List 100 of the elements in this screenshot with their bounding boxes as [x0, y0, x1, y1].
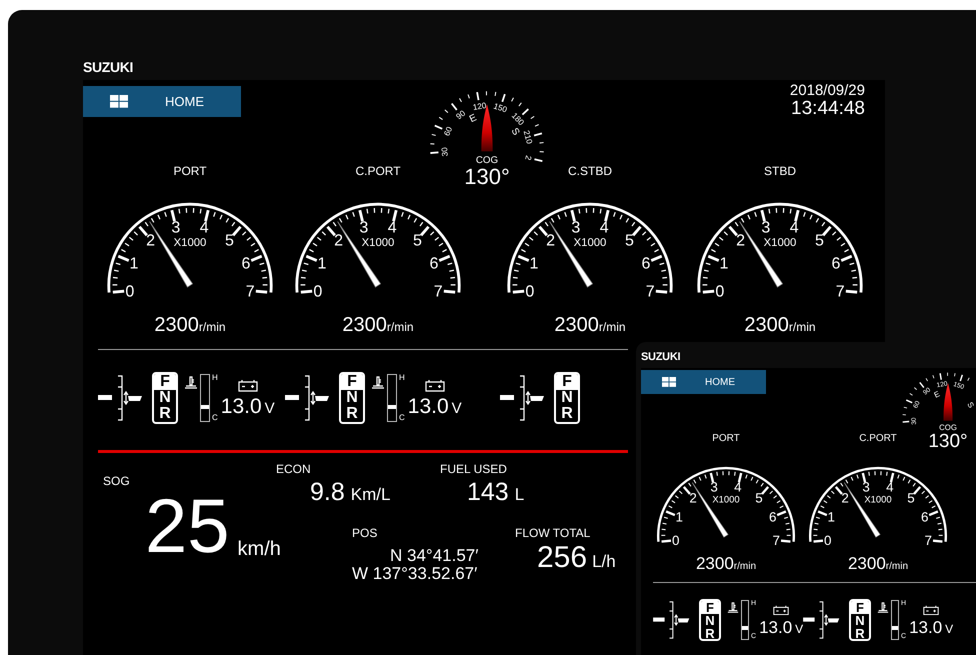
cog-value: 130°	[464, 166, 510, 188]
scale-label: 3	[171, 218, 180, 236]
engine-label: C.STBD	[568, 165, 612, 180]
scale-label: 4	[790, 218, 799, 236]
rpm-unit: r/min	[598, 320, 626, 333]
heading-label: 120	[472, 100, 488, 112]
heading-label: 180	[510, 111, 526, 128]
voltage-value: 13.0	[759, 619, 792, 636]
engine-label: C.PORT	[355, 165, 401, 180]
latitude-text: N 34°41.57′	[390, 546, 478, 564]
gear-position: R	[704, 627, 716, 640]
rpm-unit: r/min	[386, 320, 414, 333]
rpm-value: 2300	[554, 314, 599, 335]
thermometer-icon	[371, 376, 385, 390]
cardinal-label: E	[468, 112, 478, 126]
scale-label: 3	[571, 218, 580, 236]
engine-label: C.PORT	[859, 434, 897, 446]
engine-label: PORT	[712, 434, 740, 446]
engine-label: STBD	[764, 165, 796, 180]
scale-label: 3	[862, 480, 870, 495]
fuel-used-label: FUEL USED	[440, 462, 508, 475]
scale-label: 6	[832, 254, 840, 272]
econ-value: 9.8	[310, 480, 345, 505]
scale-label: 5	[224, 231, 234, 250]
heading-label: 90	[454, 108, 468, 122]
sog-value: 25	[145, 488, 230, 565]
scale-label: 4	[388, 218, 397, 236]
rpm-unit: r/min	[198, 320, 226, 333]
heading-label: 60	[442, 125, 454, 138]
gear-position: F	[851, 601, 869, 614]
scale-label: 2	[841, 490, 849, 506]
voltage-unit: V	[452, 400, 462, 416]
voltage-unit: V	[945, 623, 954, 636]
grid-icon	[662, 377, 676, 387]
scale-label: 4	[886, 480, 894, 495]
flow-total-unit: L/h	[592, 552, 616, 570]
temperature-low-label: C	[212, 414, 218, 422]
rpm-value: 2300	[848, 555, 886, 572]
rpm-unit: r/min	[788, 320, 816, 333]
scale-label: 4	[600, 218, 609, 236]
voltage-value: 13.0	[220, 396, 262, 417]
date-text: 2018/09/29	[790, 83, 865, 98]
scale-label: 7	[434, 282, 443, 297]
scale-label: 1	[828, 510, 835, 525]
rpm-value: 2300	[342, 314, 387, 335]
scale-label: 2	[689, 490, 697, 506]
scale-label: 0	[824, 533, 832, 546]
econ-unit: Km/L	[350, 486, 390, 503]
multiplier-label: X1000	[764, 236, 796, 249]
battery-icon	[424, 378, 445, 392]
scale-label: 1	[720, 254, 728, 272]
scale-label: 6	[642, 254, 650, 272]
scale-label: 3	[359, 218, 368, 236]
home-button[interactable]: HOME	[641, 370, 766, 394]
scale-label: 0	[525, 282, 534, 297]
gear-position: R	[345, 406, 359, 422]
rpm-unit: r/min	[886, 562, 908, 572]
rpm-value: 2300	[696, 555, 734, 572]
gear-position: R	[854, 627, 866, 640]
thermometer-icon	[877, 602, 889, 614]
gear-position: F	[701, 601, 719, 614]
multiplier-label: X1000	[574, 236, 606, 249]
cog-value: 130°	[927, 432, 969, 452]
scale-label: 5	[412, 231, 422, 250]
scale-label: 2	[334, 231, 344, 250]
brand-logo: SUZUKI	[641, 352, 682, 365]
scale-label: 5	[624, 231, 634, 250]
cardinal-label: S	[508, 126, 522, 138]
scale-label: 5	[907, 490, 915, 506]
heading-label: 150	[492, 102, 508, 114]
rpm-value: 2300	[744, 314, 789, 335]
voltage-value: 13.0	[909, 619, 942, 636]
cog-label: COG	[476, 154, 498, 166]
scale-label: 0	[125, 282, 134, 297]
scale-label: 0	[672, 533, 680, 546]
scale-label: 7	[924, 533, 932, 546]
scale-label: 7	[836, 282, 845, 297]
scale-label: 6	[769, 510, 776, 525]
gear-position: F	[154, 374, 176, 390]
multiplier-label: X1000	[174, 236, 206, 249]
scale-label: 2	[146, 231, 156, 250]
scale-label: 3	[761, 218, 770, 236]
rpm-value: 2300	[154, 314, 199, 335]
gear-position: F	[341, 374, 363, 390]
longitude-text: W 137°33.52.67′	[352, 564, 478, 582]
fuel-used-unit: L	[514, 486, 524, 503]
engine-label: PORT	[173, 165, 207, 180]
scale-label: 7	[772, 533, 780, 546]
scale-label: 4	[734, 480, 742, 495]
temperature-high-label: H	[399, 374, 405, 382]
temperature-high-label: H	[212, 374, 218, 382]
home-button[interactable]: HOME	[83, 86, 241, 117]
gear-position: N	[345, 390, 359, 406]
flow-total-label: FLOW TOTAL	[515, 526, 592, 539]
battery-icon	[238, 378, 258, 392]
brand-logo: SUZUKI	[83, 60, 134, 77]
gear-position: N	[854, 614, 866, 628]
rpm-unit: r/min	[734, 562, 756, 572]
heading-label: 210	[522, 129, 534, 145]
scale-label: 6	[242, 254, 250, 272]
